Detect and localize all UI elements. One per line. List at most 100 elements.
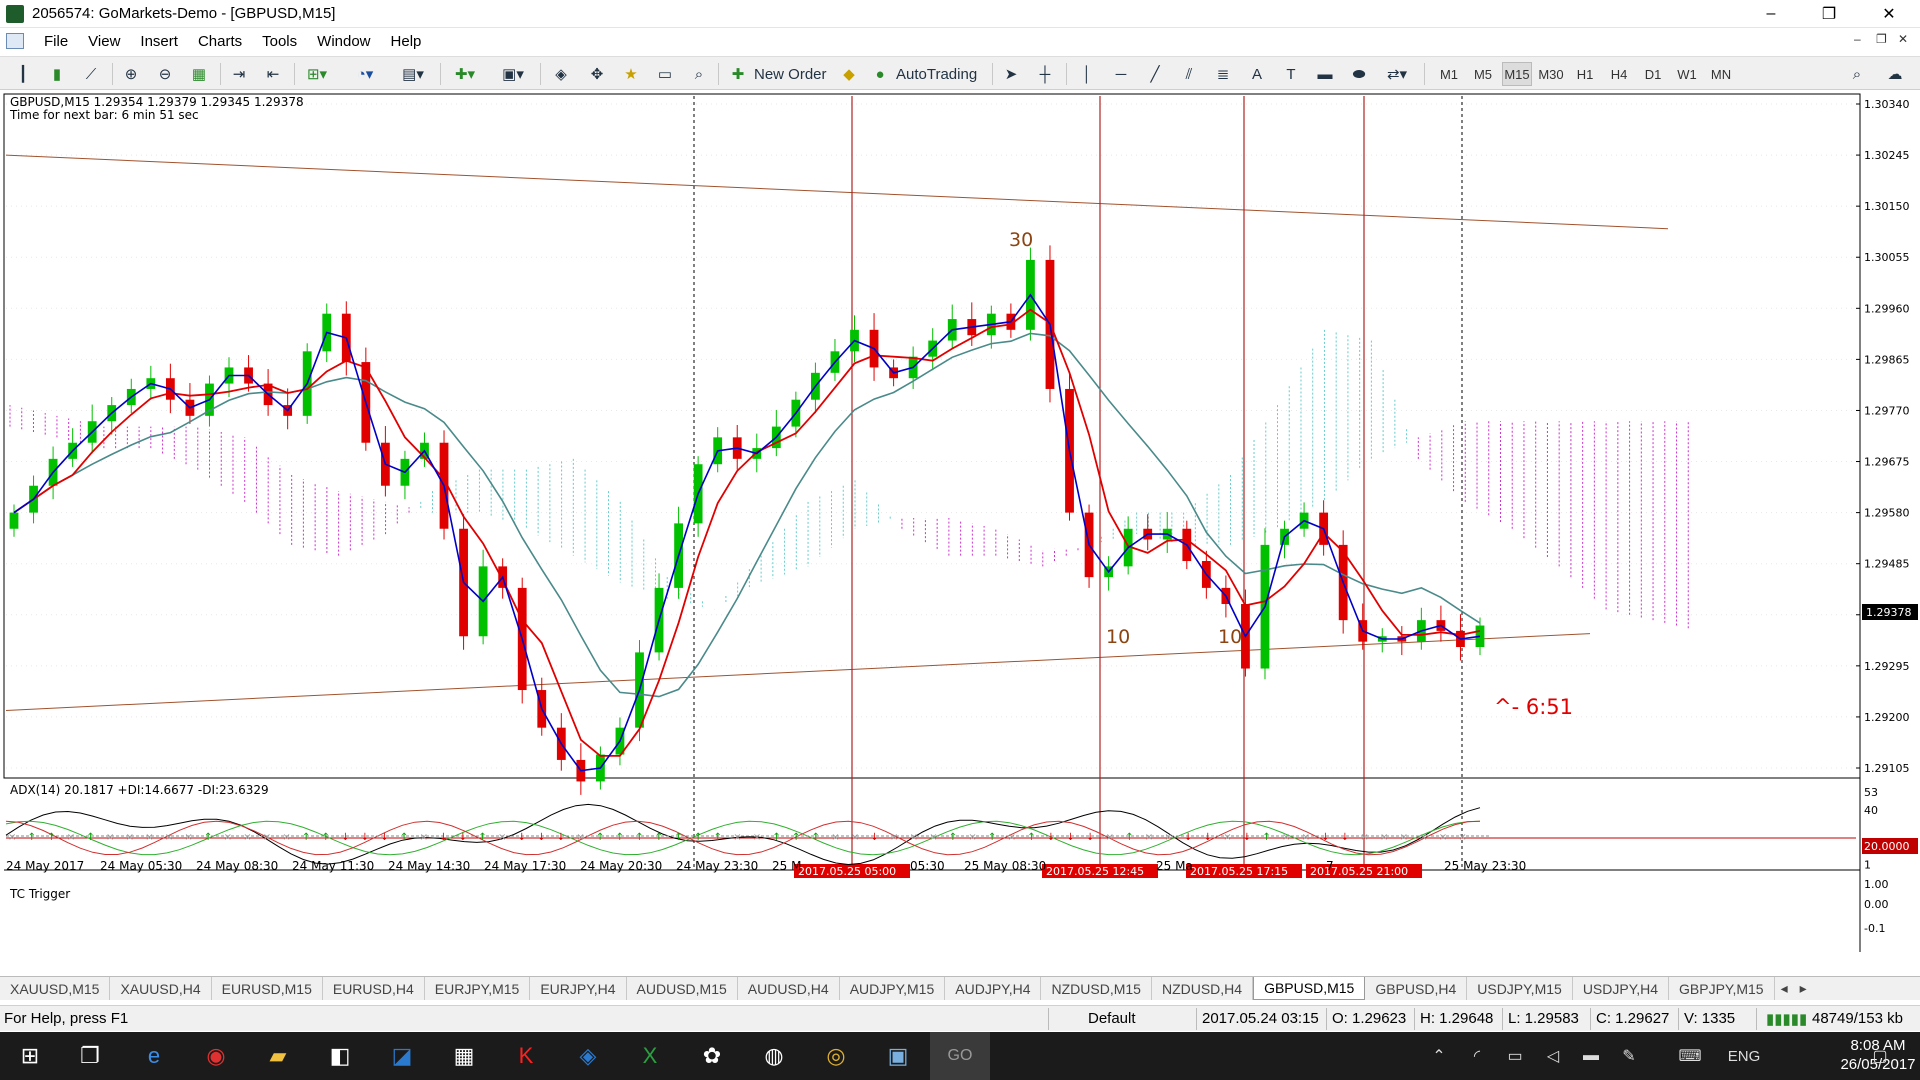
document-icon[interactable] <box>6 33 24 49</box>
templates-icon[interactable]: ▤▾ <box>398 62 428 86</box>
profiles-icon[interactable]: ▣▾ <box>498 62 528 86</box>
tab-eurjpy-h4[interactable]: EURJPY,H4 <box>530 977 627 1000</box>
chart-shift-icon[interactable]: ⇥ <box>228 62 250 86</box>
tab-eurusd-h4[interactable]: EURUSD,H4 <box>323 977 425 1000</box>
tf-m5-button[interactable]: M5 <box>1468 62 1498 86</box>
app-k-icon[interactable]: K <box>496 1032 556 1080</box>
tf-w1-button[interactable]: W1 <box>1672 62 1702 86</box>
new-chart-icon[interactable]: ✚▾ <box>450 62 480 86</box>
tab-eurjpy-m15[interactable]: EURJPY,M15 <box>425 977 531 1000</box>
tray-device-icon[interactable]: ▭ <box>1500 1032 1530 1080</box>
tab-audusd-h4[interactable]: AUDUSD,H4 <box>738 977 840 1000</box>
menu-tools[interactable]: Tools <box>252 33 307 50</box>
chart-window[interactable]: 2017.05.25 05:00 2017.05.25 12:45 2017.05.… <box>0 92 1920 952</box>
tf-h1-button[interactable]: H1 <box>1570 62 1600 86</box>
tray-keyboard-icon[interactable]: ⌨ <box>1670 1032 1710 1080</box>
new-order-icon[interactable]: ✚ <box>728 62 748 86</box>
notifications-icon[interactable]: ▢ <box>1860 1032 1900 1080</box>
text-label-icon[interactable]: T <box>1280 62 1302 86</box>
file-explorer-icon[interactable]: ▰ <box>248 1032 308 1080</box>
ellipse-icon[interactable]: ⬬ <box>1348 62 1370 86</box>
mdi-minimize-button[interactable]: – <box>1854 32 1861 46</box>
tray-pen-icon[interactable]: ✎ <box>1614 1032 1644 1080</box>
menu-window[interactable]: Window <box>307 33 380 50</box>
bar-chart-icon[interactable]: ┃ <box>12 62 34 86</box>
tf-mn-button[interactable]: MN <box>1706 62 1736 86</box>
status-profile[interactable]: Default <box>1088 1010 1136 1027</box>
edge-icon[interactable]: e <box>124 1032 184 1080</box>
tab-audjpy-h4[interactable]: AUDJPY,H4 <box>945 977 1042 1000</box>
app-red-icon[interactable]: ◉ <box>186 1032 246 1080</box>
terminal-icon[interactable]: ▭ <box>654 62 676 86</box>
menu-insert[interactable]: Insert <box>130 33 188 50</box>
tray-battery-icon[interactable]: ▬ <box>1576 1032 1606 1080</box>
fibonacci-icon[interactable]: ≣ <box>1212 62 1234 86</box>
zoom-out-icon[interactable]: ⊖ <box>154 62 176 86</box>
gomarkets-icon[interactable]: GO <box>930 1032 990 1080</box>
text-tool-icon[interactable]: A <box>1246 62 1268 86</box>
tf-d1-button[interactable]: D1 <box>1638 62 1668 86</box>
tab-gbpusd-h4[interactable]: GBPUSD,H4 <box>1365 977 1468 1000</box>
tab-gbpusd-m15[interactable]: GBPUSD,M15 <box>1253 977 1366 1000</box>
channel-icon[interactable]: ⫽ <box>1178 62 1200 86</box>
tray-network-icon[interactable]: ◜ <box>1462 1032 1492 1080</box>
tester-icon[interactable]: ⌕ <box>688 62 710 86</box>
tab-nzdusd-h4[interactable]: NZDUSD,H4 <box>1152 977 1254 1000</box>
search-icon[interactable]: ⌕ <box>1846 62 1868 86</box>
tray-language[interactable]: ENG <box>1722 1032 1766 1080</box>
chat-icon[interactable]: ☁ <box>1882 62 1908 86</box>
store-icon[interactable]: ◧ <box>310 1032 370 1080</box>
menu-file[interactable]: File <box>34 33 78 50</box>
rectangle-icon[interactable]: ▬ <box>1314 62 1336 86</box>
paint-icon[interactable]: ✿ <box>682 1032 742 1080</box>
periods-icon[interactable]: ◔▾ <box>350 62 380 86</box>
menu-help[interactable]: Help <box>381 33 432 50</box>
calculator-icon[interactable]: ▦ <box>434 1032 494 1080</box>
defender-icon[interactable]: ◈ <box>558 1032 618 1080</box>
market-watch-icon[interactable]: ◈ <box>550 62 572 86</box>
tab-scroll-right-icon[interactable]: ▸ <box>1794 977 1813 1000</box>
indicators-icon[interactable]: ⊞▾ <box>302 62 332 86</box>
tray-chevron-icon[interactable]: ⌃ <box>1424 1032 1454 1080</box>
mdi-restore-button[interactable]: ❐ <box>1876 32 1887 46</box>
tile-windows-icon[interactable]: ▦ <box>188 62 210 86</box>
menu-view[interactable]: View <box>78 33 130 50</box>
line-chart-icon[interactable]: ⟋ <box>80 62 102 86</box>
navigator-icon[interactable]: ★ <box>620 62 642 86</box>
tab-gbpjpy-m15[interactable]: GBPJPY,M15 <box>1669 977 1775 1000</box>
menu-charts[interactable]: Charts <box>188 33 252 50</box>
maximize-button[interactable]: ❐ <box>1806 0 1852 28</box>
tray-volume-icon[interactable]: ◁ <box>1538 1032 1568 1080</box>
crosshair-icon[interactable]: ┼ <box>1034 62 1056 86</box>
arrows-icon[interactable]: ⇄▾ <box>1382 62 1412 86</box>
excel-icon[interactable]: X <box>620 1032 680 1080</box>
new-order-button[interactable]: New Order <box>750 62 831 86</box>
outlook-icon[interactable]: ◪ <box>372 1032 432 1080</box>
start-icon[interactable]: ⊞ <box>0 1032 60 1080</box>
mdi-close-button[interactable]: ✕ <box>1898 32 1908 46</box>
tab-usdjpy-m15[interactable]: USDJPY,M15 <box>1467 977 1573 1000</box>
autotrading-button[interactable]: AutoTrading <box>892 62 981 86</box>
chrome-icon[interactable]: ◎ <box>806 1032 866 1080</box>
tab-usdjpy-h4[interactable]: USDJPY,H4 <box>1573 977 1670 1000</box>
close-button[interactable]: ✕ <box>1866 0 1912 28</box>
horizontal-line-icon[interactable]: ─ <box>1110 62 1132 86</box>
chart-canvas[interactable]: 2017.05.25 05:00 2017.05.25 12:45 2017.05.… <box>0 92 1920 952</box>
tab-eurusd-m15[interactable]: EURUSD,M15 <box>212 977 323 1000</box>
tab-audusd-m15[interactable]: AUDUSD,M15 <box>627 977 738 1000</box>
camera-icon[interactable]: ◍ <box>744 1032 804 1080</box>
tab-xauusd-m15[interactable]: XAUUSD,M15 <box>0 977 111 1000</box>
crosshair-target-icon[interactable]: ✥ <box>586 62 608 86</box>
candlestick-icon[interactable]: ▮ <box>46 62 68 86</box>
tab-audjpy-m15[interactable]: AUDJPY,M15 <box>840 977 946 1000</box>
minimize-button[interactable]: – <box>1748 0 1794 28</box>
cursor-icon[interactable]: ➤ <box>1000 62 1022 86</box>
task-view-icon[interactable]: ❐ <box>60 1032 120 1080</box>
tf-h4-button[interactable]: H4 <box>1604 62 1634 86</box>
snipping-icon[interactable]: ▣ <box>868 1032 928 1080</box>
tab-nzdusd-m15[interactable]: NZDUSD,M15 <box>1041 977 1152 1000</box>
tab-scroll-left-icon[interactable]: ◂ <box>1775 977 1794 1000</box>
autotrading-icon[interactable]: ● <box>870 62 890 86</box>
vertical-line-icon[interactable]: │ <box>1076 62 1098 86</box>
expert-icon[interactable]: ◆ <box>838 62 860 86</box>
